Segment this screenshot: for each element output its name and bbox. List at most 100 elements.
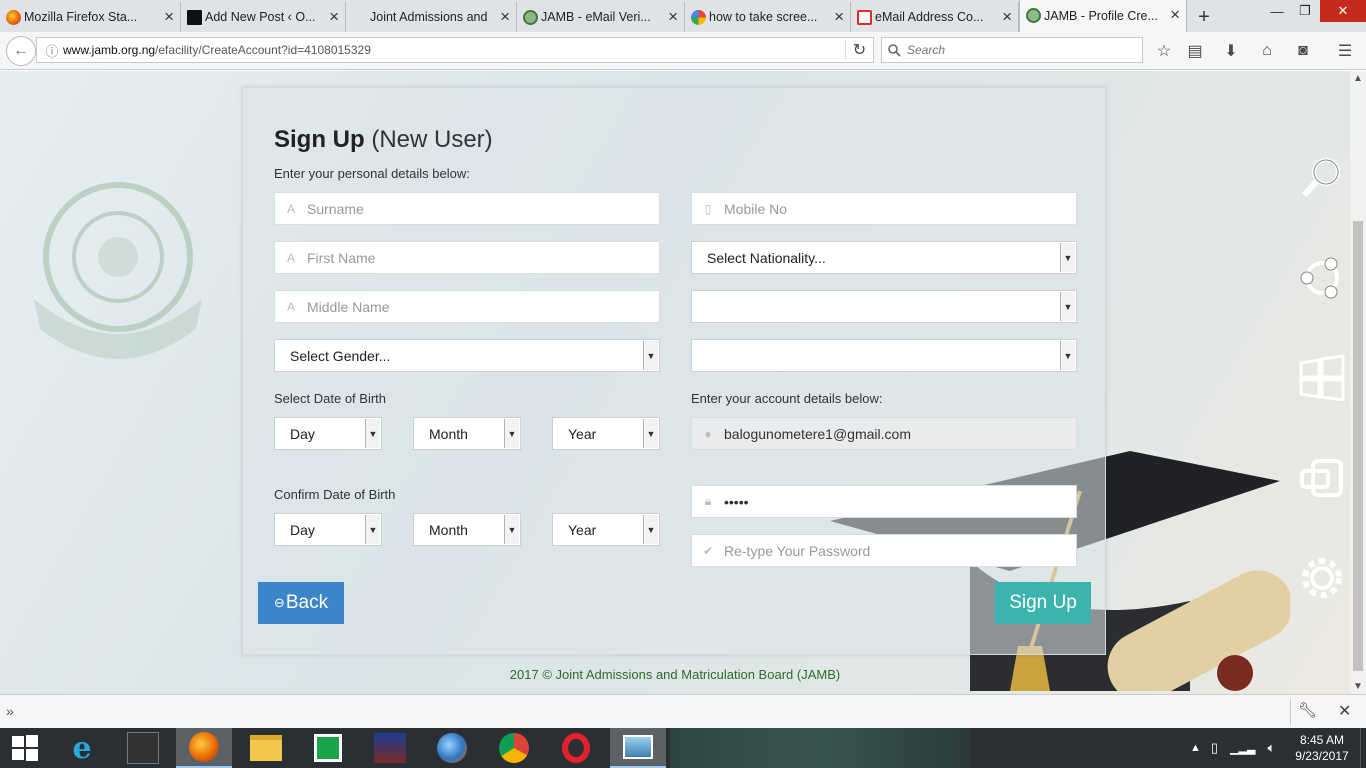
dob-year-value: Year [568,425,597,442]
close-tab-icon[interactable]: × [329,8,339,26]
menu-icon[interactable]: ☰ [1334,41,1356,61]
tab-jamb-profile[interactable]: JAMB - Profile Cre... × [1019,0,1187,32]
close-window-button[interactable]: ✕ [1320,0,1366,22]
email-field[interactable]: ● [691,417,1077,450]
url-text[interactable]: www.jamb.org.ng/efacility/CreateAccount?… [63,43,845,57]
scroll-up-arrow-icon[interactable]: ▲ [1353,73,1363,84]
photos-app-icon[interactable] [610,728,666,768]
mobile-field[interactable]: ▯ [691,192,1077,225]
user-icon: ● [704,426,712,441]
file-explorer-icon[interactable] [238,728,294,768]
volume-icon[interactable]: 🔈︎ [1267,740,1275,756]
system-clock[interactable]: 8:45 AM 9/23/2017 [1290,732,1354,764]
share-charm-icon[interactable] [1299,255,1345,301]
circle-arrow-left-icon: ⊖ [273,595,285,610]
dob-label: Select Date of Birth [274,391,386,406]
pes-game-2-icon[interactable] [362,728,418,768]
confirm-dob-year-select[interactable]: Year ▼ [552,513,660,546]
close-icon[interactable]: ✕ [1338,701,1351,721]
pes-game-icon[interactable] [115,728,171,768]
search-bar[interactable] [881,37,1143,63]
new-tab-button[interactable]: + [1187,2,1221,32]
firstname-input[interactable] [307,249,659,266]
password-input[interactable] [724,493,1076,510]
dob-month-select[interactable]: Month ▼ [413,417,521,450]
close-tab-icon[interactable]: × [1170,6,1180,24]
scrollbar-thumb[interactable] [1353,221,1363,671]
letter-a-icon: A [286,201,295,216]
firefox-dev-icon[interactable] [424,728,480,768]
tab-label: Add New Post ‹ O... [205,10,316,24]
close-tab-icon[interactable]: × [164,8,174,26]
show-hidden-icons-icon[interactable]: ▲ [1190,742,1201,754]
lga-select[interactable]: ▼ [691,339,1077,372]
close-tab-icon[interactable]: × [668,8,678,26]
windows-taskbar: e ▲ ▯ ▁▂▃ 🔈︎ 8:45 AM 9/23/2017 [0,728,1366,768]
dob-year-select[interactable]: Year ▼ [552,417,660,450]
double-chevron-right-icon[interactable]: » [6,703,14,719]
nationality-select-value: Select Nationality... [707,249,826,266]
windows-start-charm-icon[interactable] [1299,355,1345,401]
windows-start-icon[interactable] [0,728,50,768]
wrench-icon[interactable]: 🔧︎ [1298,701,1317,719]
battery-icon[interactable]: ▯ [1211,740,1218,756]
opera-icon[interactable] [548,728,604,768]
windows-store-icon[interactable] [300,728,356,768]
firefox-taskbar-icon[interactable] [176,728,232,768]
info-icon[interactable]: ⓘ [41,41,63,60]
confirm-dob-label: Confirm Date of Birth [274,487,396,502]
tab-label: eMail Address Co... [875,10,984,24]
state-select[interactable]: ▼ [691,290,1077,323]
tab-label: how to take scree... [709,10,818,24]
pocket-icon[interactable]: ◙ [1292,41,1314,61]
tab-add-new-post[interactable]: Add New Post ‹ O... × [181,2,346,32]
back-arrow-icon[interactable]: ← [6,36,36,66]
taskbar-background-image [670,728,970,768]
close-tab-icon[interactable]: × [1002,8,1012,26]
search-charm-icon[interactable] [1299,155,1345,201]
home-icon[interactable]: ⌂ [1256,41,1278,61]
surname-input[interactable] [307,200,659,217]
nationality-select[interactable]: Select Nationality... ▼ [691,241,1077,274]
scroll-down-arrow-icon[interactable]: ▼ [1353,681,1363,692]
maximize-button[interactable]: ❐ [1288,0,1322,22]
password-field[interactable]: 🔒︎ [691,485,1077,518]
confirm-dob-month-select[interactable]: Month ▼ [413,513,521,546]
reading-list-icon[interactable]: ▤ [1184,41,1206,61]
mobile-input[interactable] [724,200,1076,217]
surname-field[interactable]: A [274,192,660,225]
tab-gmail[interactable]: eMail Address Co... × [851,2,1019,32]
bookmark-star-icon[interactable]: ☆ [1153,41,1175,61]
address-bar[interactable]: ⓘ www.jamb.org.ng/efacility/CreateAccoun… [36,37,874,63]
devices-charm-icon[interactable] [1299,455,1345,501]
settings-charm-icon[interactable] [1299,555,1345,601]
chrome-icon[interactable] [486,728,542,768]
email-input[interactable] [724,425,1076,442]
signup-button[interactable]: Sign Up [995,582,1091,624]
reload-icon[interactable]: ↻ [845,40,873,60]
close-tab-icon[interactable]: × [500,8,510,26]
tab-firefox-start[interactable]: Mozilla Firefox Sta... × [0,2,181,32]
tab-jamb-email-verify[interactable]: JAMB - eMail Veri... × [517,2,685,32]
mobile-phone-icon: ▯ [704,201,712,216]
download-icon[interactable]: ⬇ [1220,41,1242,61]
show-desktop-button[interactable] [1360,728,1366,768]
clock-date: 9/23/2017 [1295,749,1349,763]
vertical-scrollbar[interactable]: ▲ ▼ [1350,71,1366,694]
retype-password-field[interactable]: ✔ [691,534,1077,567]
firstname-field[interactable]: A [274,241,660,274]
addon-bar: » 🔧︎ ✕ [0,694,1366,728]
dob-day-select[interactable]: Day ▼ [274,417,382,450]
signal-icon[interactable]: ▁▂▃ [1230,742,1255,755]
tab-joint-admissions[interactable]: Joint Admissions and ... × [346,2,517,32]
middlename-field[interactable]: A [274,290,660,323]
internet-explorer-icon[interactable]: e [54,728,110,768]
back-button[interactable]: ⊖ Back [258,582,344,624]
gender-select[interactable]: Select Gender... ▼ [274,339,660,372]
retype-password-input[interactable] [724,542,1076,559]
middlename-input[interactable] [307,298,659,315]
tab-google-search[interactable]: how to take scree... × [685,2,851,32]
search-input[interactable] [907,43,1127,57]
confirm-dob-day-select[interactable]: Day ▼ [274,513,382,546]
close-tab-icon[interactable]: × [834,8,844,26]
